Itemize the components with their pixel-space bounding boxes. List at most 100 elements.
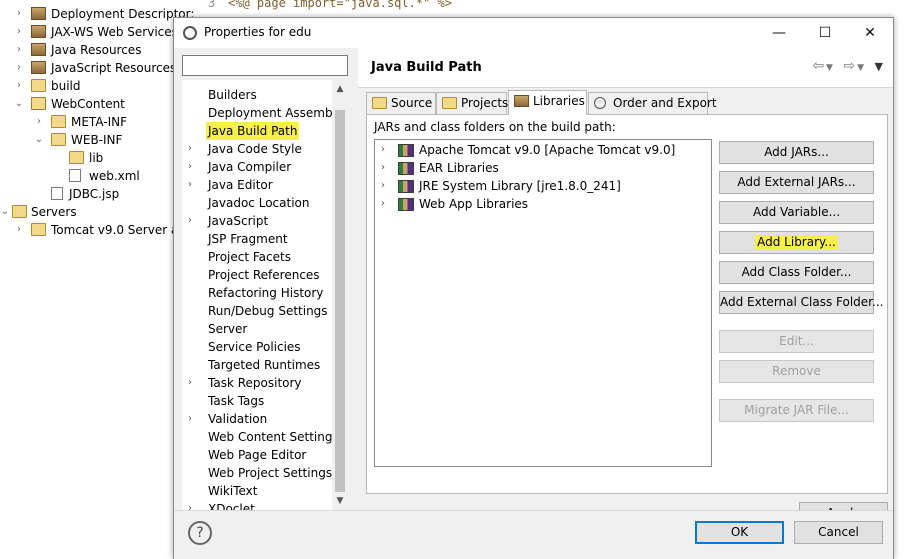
scroll-up-icon[interactable]: ▲ [335, 84, 345, 96]
nav-item[interactable]: JSP Fragment [206, 230, 290, 248]
chevron-down-icon[interactable]: ⌄ [0, 203, 10, 221]
nav-item[interactable]: WikiText [206, 482, 260, 500]
nav-item[interactable]: Java Compiler [206, 158, 293, 176]
add-external-jars-button[interactable]: Add External JARs... [719, 171, 874, 194]
nav-item[interactable]: Deployment Assembly [206, 104, 345, 122]
chevron-right-icon[interactable]: › [14, 23, 24, 41]
nav-item[interactable]: Server [206, 320, 249, 338]
library-icon [398, 180, 414, 193]
nav-scrollbar[interactable]: ▲ ▼ [332, 80, 348, 510]
chevron-right-icon[interactable]: › [14, 221, 24, 239]
chevron-right-icon[interactable]: › [188, 158, 198, 176]
nav-item[interactable]: Java Editor [206, 176, 275, 194]
explorer-item-label: WebContent [51, 97, 125, 111]
libraries-tab-panel: JARs and class folders on the build path… [366, 114, 888, 494]
minimize-button[interactable]: — [756, 18, 802, 48]
forward-arrow-icon[interactable]: ⇨ [843, 58, 855, 74]
nav-item[interactable]: Java Code Style [206, 140, 304, 158]
filter-input[interactable] [182, 55, 348, 76]
chevron-right-icon[interactable]: › [381, 177, 391, 195]
close-button[interactable]: ✕ [847, 18, 893, 48]
add-library-button[interactable]: Add Library... [719, 231, 874, 254]
java-build-path-page: Java Build Path ⇦ ▼ ⇨ ▼ ▼ Source Projects … [358, 48, 893, 525]
chevron-right-icon[interactable]: › [14, 41, 24, 59]
view-menu-icon[interactable]: ▼ [875, 60, 883, 73]
chevron-right-icon[interactable]: › [381, 141, 391, 159]
nav-item[interactable]: Run/Debug Settings [206, 302, 330, 320]
folder-icon [31, 223, 46, 236]
tab-source[interactable]: Source [366, 92, 436, 114]
back-dropdown-icon[interactable]: ▼ [826, 63, 833, 73]
project-explorer: › Deployment Descriptor: › JAX-WS Web Se… [0, 0, 194, 559]
editor-line-number: 3 [208, 0, 216, 10]
library-label: Web App Libraries [419, 197, 529, 211]
nav-item[interactable]: Javadoc Location [206, 194, 311, 212]
tab-label: Projects [461, 96, 509, 110]
cancel-button[interactable]: Cancel [794, 521, 883, 544]
chevron-right-icon[interactable]: › [381, 159, 391, 177]
library-label: JRE System Library [jre1.8.0_241] [419, 179, 621, 193]
remove-button[interactable]: Remove [719, 360, 874, 383]
chevron-right-icon[interactable]: › [188, 212, 198, 230]
nav-item[interactable]: Targeted Runtimes [206, 356, 322, 374]
library-icon [398, 144, 414, 157]
nav-item[interactable]: Project Facets [206, 248, 293, 266]
chevron-down-icon[interactable]: ⌄ [34, 131, 44, 149]
chevron-right-icon[interactable]: › [14, 77, 24, 95]
nav-item[interactable]: Web Page Editor [206, 446, 308, 464]
properties-dialog: Properties for edu — ☐ ✕ Builders Deploym… [173, 17, 894, 559]
editor-strip: 3 <%@ page import="java.sql.*" %> [180, 0, 907, 18]
background-editor-edge [894, 0, 907, 559]
nav-item[interactable]: Service Policies [206, 338, 303, 356]
nav-item[interactable]: Builders [206, 86, 259, 104]
chevron-right-icon[interactable]: › [14, 5, 24, 23]
nav-item[interactable]: Task Repository [206, 374, 304, 392]
page-header: Java Build Path ⇦ ▼ ⇨ ▼ ▼ [358, 48, 893, 88]
library-label: Apache Tomcat v9.0 [Apache Tomcat v9.0] [419, 143, 676, 157]
folder-icon [51, 115, 66, 128]
tab-libraries[interactable]: Libraries [508, 90, 587, 115]
edit-button[interactable]: Edit... [719, 330, 874, 353]
scroll-thumb[interactable] [335, 110, 345, 492]
chevron-down-icon[interactable]: ⌄ [14, 95, 24, 113]
back-arrow-icon[interactable]: ⇦ [812, 58, 824, 74]
explorer-item-label: web.xml [89, 169, 140, 183]
tab-label: Libraries [533, 94, 585, 108]
chevron-right-icon[interactable]: › [34, 113, 44, 131]
chevron-right-icon[interactable]: › [188, 140, 198, 158]
nav-item[interactable]: Task Tags [206, 392, 266, 410]
chevron-right-icon[interactable]: › [381, 195, 391, 213]
add-class-folder-button[interactable]: Add Class Folder... [719, 261, 874, 284]
add-library-label: Add Library... [755, 235, 838, 249]
nav-item[interactable]: JavaScript [206, 212, 270, 230]
library-tree: › Apache Tomcat v9.0 [Apache Tomcat v9.0… [374, 139, 712, 467]
nav-item[interactable]: Java Build Path [206, 122, 300, 140]
maximize-button[interactable]: ☐ [802, 18, 848, 48]
migrate-jar-button[interactable]: Migrate JAR File... [719, 399, 874, 422]
explorer-item-label: Java Resources [51, 43, 142, 57]
add-jars-button[interactable]: Add JARs... [719, 141, 874, 164]
chevron-right-icon[interactable]: › [188, 374, 198, 392]
nav-item[interactable]: Refactoring History [206, 284, 325, 302]
add-external-class-folder-button[interactable]: Add External Class Folder... [719, 291, 883, 314]
project-folder-icon [442, 97, 457, 109]
tab-order-and-export[interactable]: Order and Export [588, 92, 717, 114]
nav-item[interactable]: Web Project Settings [206, 464, 334, 482]
scroll-down-icon[interactable]: ▼ [335, 496, 345, 508]
add-variable-button[interactable]: Add Variable... [719, 201, 874, 224]
dialog-titlebar[interactable]: Properties for edu — ☐ ✕ [174, 18, 893, 48]
order-export-icon [594, 97, 606, 109]
ok-button[interactable]: OK [695, 521, 784, 544]
explorer-item-label: META-INF [71, 115, 128, 129]
eclipse-icon [183, 26, 197, 40]
nav-item[interactable]: Validation [206, 410, 269, 428]
help-icon[interactable]: ? [188, 521, 212, 545]
tab-projects[interactable]: Projects [436, 92, 509, 114]
chevron-right-icon[interactable]: › [188, 176, 198, 194]
forward-dropdown-icon[interactable]: ▼ [857, 63, 864, 73]
nav-item[interactable]: Project References [206, 266, 322, 284]
chevron-right-icon[interactable]: › [188, 410, 198, 428]
nav-item[interactable]: Web Content Settings [206, 428, 341, 446]
page-title: Java Build Path [371, 60, 482, 75]
chevron-right-icon[interactable]: › [14, 59, 24, 77]
